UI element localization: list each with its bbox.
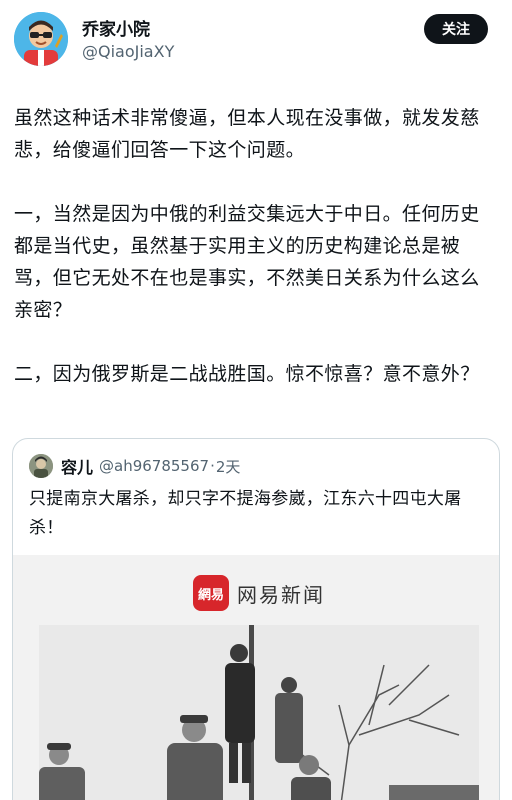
quoted-tweet-card[interactable]: 容儿 @ah96785567 · 2天 只提南京大屠杀，却只字不提海参崴，江东六… [12,438,500,800]
quote-text: 只提南京大屠杀，却只字不提海参崴，江东六十四屯大屠杀！ [29,489,462,538]
author-name[interactable]: 乔家小院 [82,15,150,40]
follow-button[interactable]: 关注 [424,14,488,44]
netease-logo-icon: 網易 [193,575,229,611]
quote-avatar[interactable] [29,454,53,478]
tweet-paragraph: 二，因为俄罗斯是二战战胜国。惊不惊喜？意不意外？ [14,363,480,385]
quote-author-name[interactable]: 容儿 [61,454,93,478]
tweet-header: 乔家小院 @QiaoJiaXY 关注 [0,0,512,86]
cartoon-avatar-icon [14,12,68,66]
tweet-paragraph: 一，当然是因为中俄的利益交集远大于中日。任何历史都是当代史，虽然基于实用主义的历… [14,203,480,321]
quoted-tweet-header: 容儿 @ah96785567 · 2天 [29,453,240,479]
quote-timestamp[interactable]: 2天 [216,456,241,477]
author-avatar[interactable] [14,12,68,66]
quote-author-handle[interactable]: @ah96785567 [99,457,209,475]
separator-dot: · [210,457,215,475]
author-handle[interactable]: @QiaoJiaXY [82,42,174,61]
photo-avatar-icon [29,454,53,478]
tweet-text: 虽然这种话术非常傻逼，但本人现在没事做，就发发慈悲，给傻逼们回答一下这个问题。 … [14,102,496,390]
quote-media-image[interactable]: 網易 网易新闻 [13,555,499,800]
news-logo: 網易 网易新闻 [193,575,325,611]
tweet-paragraph: 虽然这种话术非常傻逼，但本人现在没事做，就发发慈悲，给傻逼们回答一下这个问题。 [14,107,480,161]
historical-photo [39,625,479,800]
news-logo-text: 网易新闻 [237,582,325,607]
